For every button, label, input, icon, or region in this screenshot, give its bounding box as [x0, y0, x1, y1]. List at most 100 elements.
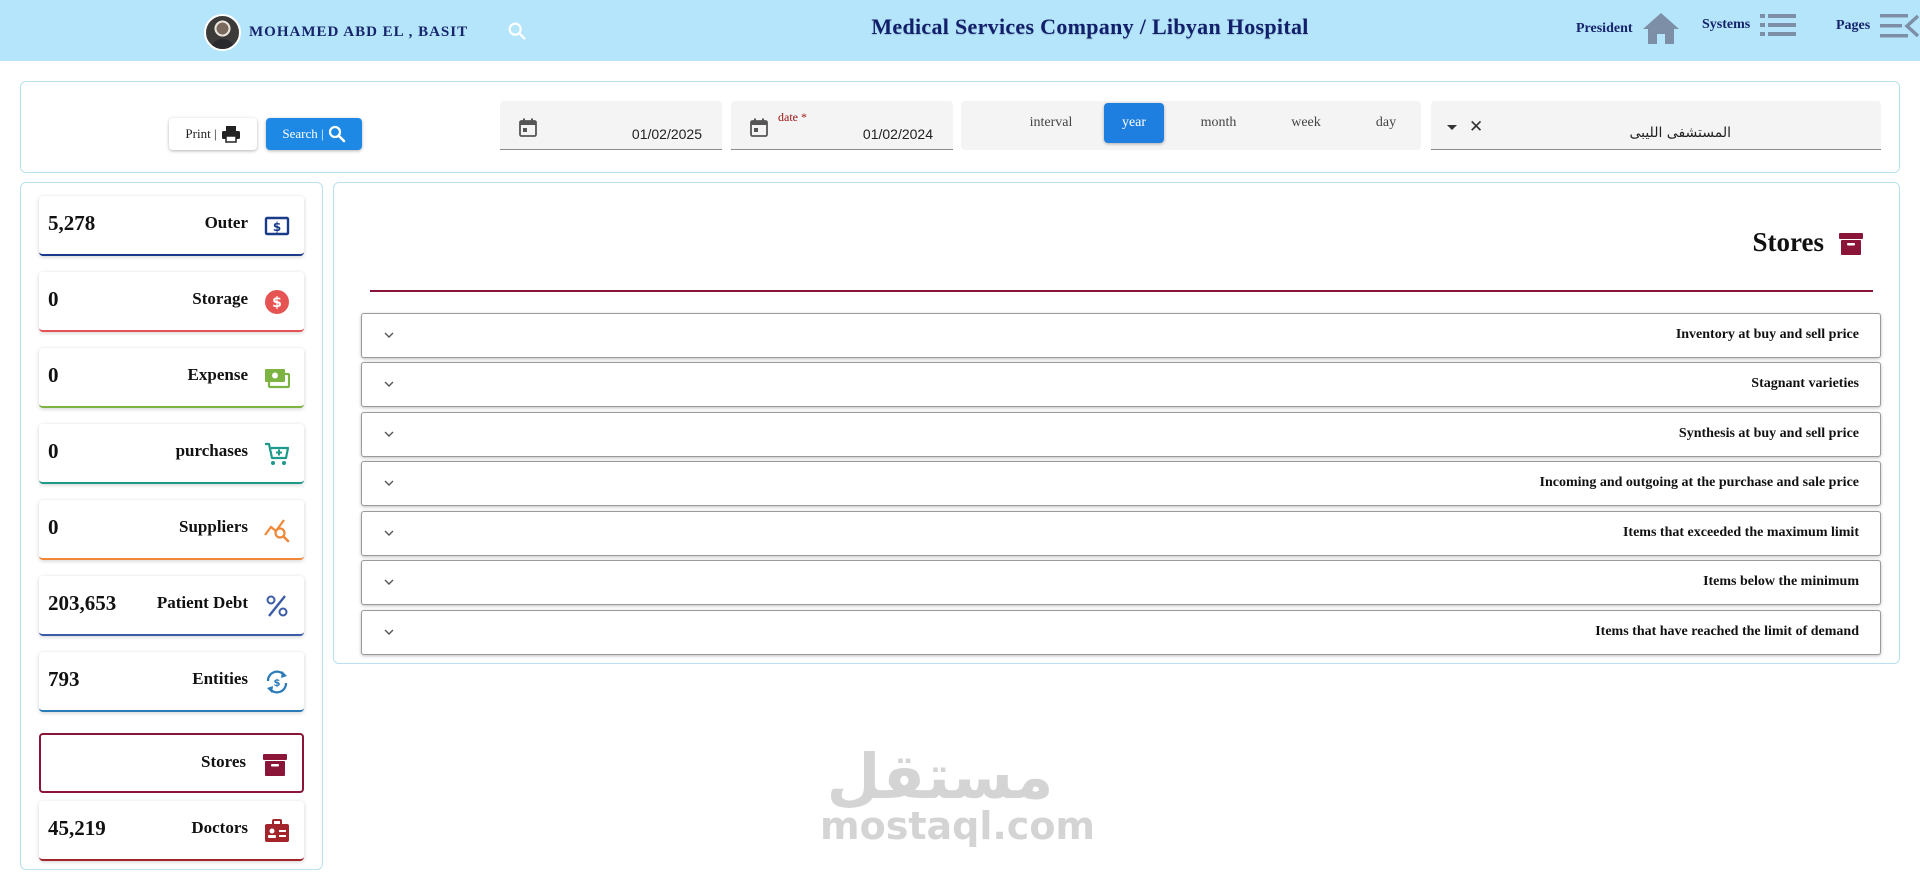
stat-card-doctors[interactable]: 45,219 Doctors	[39, 801, 304, 861]
watermark-arabic: مستقل	[826, 740, 1054, 813]
hospital-value: المستشفى الليبى	[1629, 125, 1731, 141]
chevron-down-icon[interactable]	[382, 377, 396, 391]
search-button[interactable]: Search |	[266, 118, 362, 150]
nav-president-label: President	[1576, 21, 1633, 36]
period-day[interactable]: day	[1351, 103, 1421, 143]
print-button[interactable]: Print |	[169, 118, 257, 150]
filter-bar: Print | Search | 01/02/2025 date * 01/02…	[20, 81, 1900, 173]
stat-label: Patient Debt	[156, 593, 248, 612]
stat-card-storage[interactable]: 0 Storage $	[39, 272, 304, 332]
stat-label: Suppliers	[179, 517, 248, 536]
svg-text:$: $	[272, 295, 282, 311]
stat-card-entities[interactable]: 793 Entities $	[39, 652, 304, 712]
accordion-title: Items below the minimum	[1703, 574, 1859, 589]
stat-label: Entities	[192, 669, 248, 688]
stat-label: Storage	[192, 289, 248, 308]
stat-value: 45,219	[48, 816, 106, 840]
period-year[interactable]: year	[1104, 103, 1164, 143]
chevron-down-icon[interactable]	[382, 328, 396, 342]
home-icon	[1642, 13, 1679, 44]
nav-pages-label: Pages	[1836, 18, 1871, 33]
watermark: مستقل mostaql.com	[820, 740, 1096, 848]
accordion-title: Incoming and outgoing at the purchase an…	[1539, 475, 1859, 490]
nav-pages[interactable]: Pages	[1836, 10, 1920, 42]
stat-value: 0	[48, 439, 59, 463]
print-button-label: Print |	[185, 126, 217, 141]
period-week[interactable]: week	[1271, 103, 1341, 143]
avatar[interactable]	[204, 14, 241, 51]
chevron-down-icon[interactable]	[382, 476, 396, 490]
calendar-icon[interactable]	[750, 118, 768, 137]
panel-title: Stores	[1752, 227, 1825, 257]
stat-label: Doctors	[191, 818, 248, 837]
stat-card-purchases[interactable]: 0 purchases	[39, 424, 304, 484]
stat-card-outer[interactable]: 5,278 Outer $	[39, 196, 304, 256]
date-to-field[interactable]: 01/02/2025	[500, 101, 722, 150]
hospital-select[interactable]: ✕ المستشفى الليبى	[1431, 101, 1881, 150]
money-icon	[265, 369, 290, 389]
exchange-icon: $	[266, 670, 288, 694]
date-from-label: date *	[778, 110, 807, 124]
accordion-item[interactable]: Items that have reached the limit of dem…	[361, 610, 1881, 655]
chevron-down-icon[interactable]	[382, 575, 396, 589]
accordion-item[interactable]: Inventory at buy and sell price	[361, 313, 1881, 358]
accordion-title: Synthesis at buy and sell price	[1678, 426, 1859, 441]
user-name: MOHAMED ABD EL , BASIT	[249, 24, 469, 40]
search-trend-icon	[264, 519, 290, 543]
stat-card-stores[interactable]: Stores	[39, 733, 304, 793]
stat-value: 203,653	[48, 591, 117, 615]
stat-card-expense[interactable]: 0 Expense	[39, 348, 304, 408]
stores-panel: Stores Inventory at buy and sell price S…	[333, 182, 1900, 664]
title-divider	[370, 290, 1873, 292]
stat-label: purchases	[175, 441, 248, 460]
dollar-bill-icon: $	[264, 216, 290, 236]
accordion-title: Items that exceeded the maximum limit	[1622, 525, 1859, 540]
period-toggle-group: interval year month week day	[961, 101, 1421, 150]
user-profile[interactable]: MOHAMED ABD EL , BASIT	[204, 14, 468, 51]
search-icon[interactable]	[506, 20, 528, 42]
nav-systems-label: Systems	[1702, 17, 1751, 32]
cart-icon	[265, 442, 290, 465]
svg-text:$: $	[274, 678, 281, 689]
accordion-item[interactable]: Items that exceeded the maximum limit	[361, 511, 1881, 556]
stat-value: 0	[48, 363, 59, 387]
period-interval[interactable]: interval	[1011, 103, 1091, 143]
date-from-field[interactable]: date * 01/02/2024	[731, 101, 953, 150]
svg-text:$: $	[273, 220, 281, 234]
watermark-latin: mostaql.com	[820, 804, 1096, 848]
chevron-down-icon[interactable]	[382, 625, 396, 639]
id-badge-icon	[265, 819, 289, 842]
menu-collapse-icon	[1880, 14, 1920, 38]
archive-icon	[1839, 233, 1863, 255]
dropdown-arrow-icon[interactable]	[1447, 125, 1457, 130]
stat-card-suppliers[interactable]: 0 Suppliers	[39, 500, 304, 560]
dollar-coin-icon: $	[265, 290, 289, 314]
stat-card-patient-debt[interactable]: 203,653 Patient Debt	[39, 576, 304, 636]
accordion-item[interactable]: Incoming and outgoing at the purchase an…	[361, 461, 1881, 506]
stat-value: 0	[48, 515, 59, 539]
stats-sidebar: 5,278 Outer $ 0 Storage $ 0 Expense 0 pu…	[20, 182, 323, 870]
stat-value: 793	[48, 667, 80, 691]
printer-icon	[221, 126, 240, 143]
nav-systems[interactable]: Systems	[1702, 10, 1798, 40]
search-icon	[328, 125, 345, 143]
chevron-down-icon[interactable]	[382, 427, 396, 441]
page-title: Medical Services Company / Libyan Hospit…	[871, 14, 1309, 39]
date-from-value: 01/02/2024	[862, 126, 933, 142]
accordion-item[interactable]: Synthesis at buy and sell price	[361, 412, 1881, 457]
period-month[interactable]: month	[1181, 103, 1256, 143]
list-icon	[1760, 14, 1797, 36]
accordion-item[interactable]: Items below the minimum	[361, 560, 1881, 605]
chevron-down-icon[interactable]	[382, 526, 396, 540]
clear-icon[interactable]: ✕	[1469, 117, 1483, 137]
nav-president[interactable]: President	[1576, 10, 1681, 48]
accordion-item[interactable]: Stagnant varieties	[361, 362, 1881, 407]
accordion-title: Stagnant varieties	[1751, 376, 1859, 391]
top-header: MOHAMED ABD EL , BASIT Medical Services …	[0, 0, 1920, 61]
accordion-title: Items that have reached the limit of dem…	[1595, 624, 1859, 639]
stat-label: Outer	[204, 213, 248, 232]
stat-label: Stores	[200, 752, 246, 771]
accordion-title: Inventory at buy and sell price	[1675, 327, 1859, 342]
calendar-icon[interactable]	[519, 118, 537, 137]
archive-icon	[263, 754, 287, 776]
